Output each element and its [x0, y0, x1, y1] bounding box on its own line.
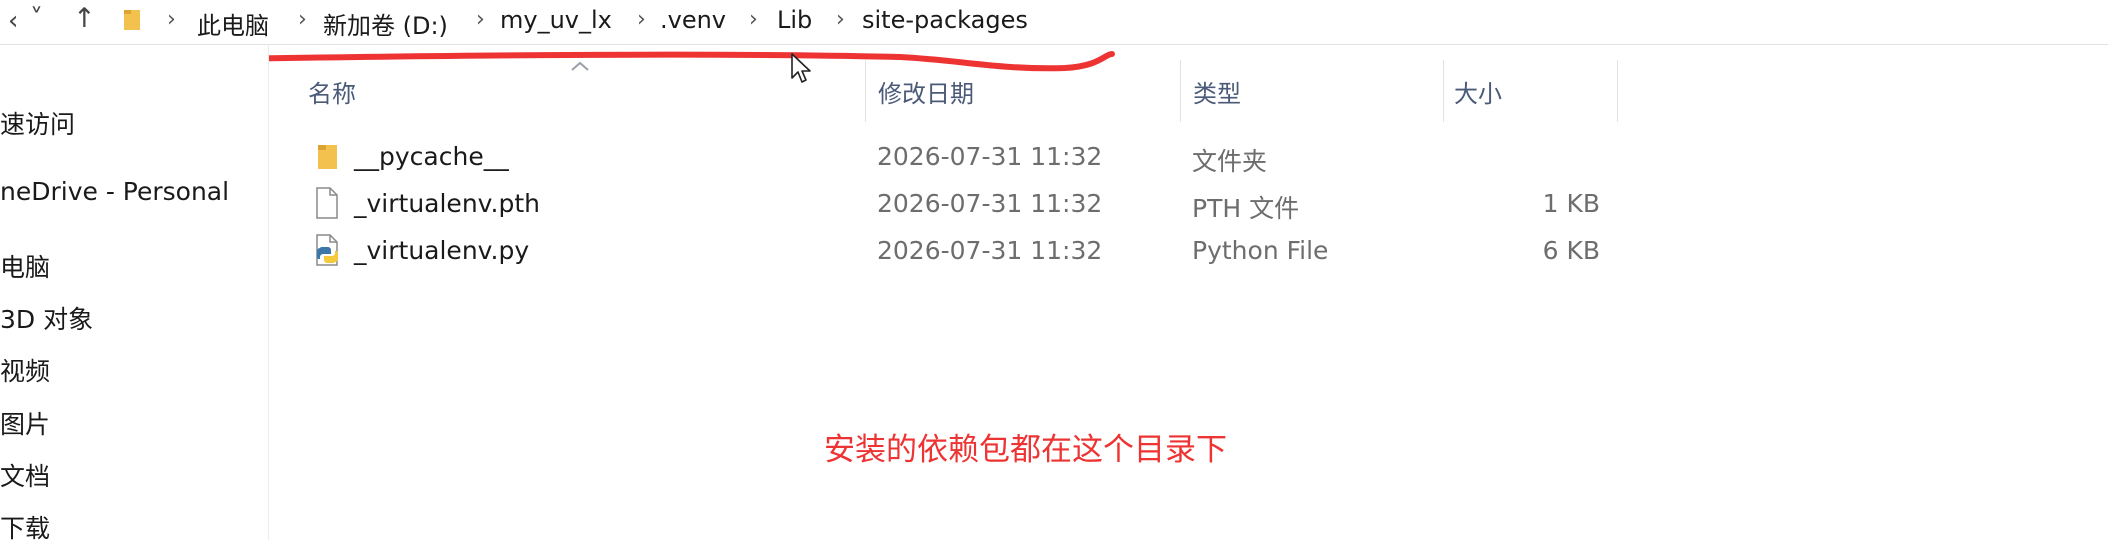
file-type: PTH 文件 — [1192, 194, 1300, 223]
file-row-virtualenv-py[interactable]: _virtualenv.py 2026-07-31 11:32 Python F… — [300, 230, 1630, 274]
nav-item-onedrive[interactable]: neDrive - Personal — [0, 177, 229, 206]
breadcrumb-item-venv[interactable]: .venv — [660, 6, 726, 34]
file-name: _virtualenv.pth — [354, 189, 540, 218]
column-divider[interactable] — [1617, 60, 1618, 122]
breadcrumb-separator: › — [836, 7, 845, 32]
nav-item-pictures[interactable]: 图片 — [0, 405, 50, 441]
breadcrumb-item-lib[interactable]: Lib — [777, 6, 812, 34]
address-bar: ‹ ˅ ↑ › 此电脑 › 新加卷 (D:) › my_uv_lx › .ven… — [0, 0, 2108, 45]
column-divider[interactable] — [865, 60, 866, 122]
breadcrumb-separator: › — [749, 7, 758, 32]
file-name: __pycache__ — [354, 142, 509, 171]
column-header-name[interactable]: 名称 — [308, 74, 356, 109]
file-row-pycache[interactable]: __pycache__ 2026-07-31 11:32 文件夹 — [300, 136, 1630, 180]
nav-item-this-pc[interactable]: 电脑 — [0, 248, 50, 284]
breadcrumb-item-site-packages[interactable]: site-packages — [862, 6, 1028, 34]
file-name: _virtualenv.py — [354, 236, 530, 265]
file-type: 文件夹 — [1192, 147, 1268, 176]
file-modified: 2026-07-31 11:32 — [877, 236, 1103, 265]
nav-item-3d-objects[interactable]: 3D 对象 — [0, 300, 93, 336]
breadcrumb-separator: › — [637, 7, 646, 32]
annotation-caption: 安装的依赖包都在这个目录下 — [824, 432, 1227, 468]
column-header-modified[interactable]: 修改日期 — [878, 74, 974, 109]
breadcrumb-item-my-uv-lx[interactable]: my_uv_lx — [500, 6, 612, 34]
file-type: Python File — [1192, 236, 1329, 265]
file-size: 6 KB — [1542, 236, 1600, 265]
mouse-cursor-icon — [791, 53, 811, 83]
navigation-pane: 速访问 neDrive - Personal 电脑 3D 对象 视频 图片 文档… — [0, 45, 269, 543]
nav-item-quick-access[interactable]: 速访问 — [0, 105, 75, 141]
folder-icon — [124, 10, 140, 30]
python-file-icon — [316, 234, 338, 266]
column-divider[interactable] — [1180, 60, 1181, 122]
folder-icon — [318, 145, 337, 169]
sort-chevron-up-icon — [571, 61, 589, 71]
column-divider[interactable] — [1443, 60, 1444, 122]
file-size: 1 KB — [1542, 189, 1600, 218]
breadcrumb-item-drive-d[interactable]: 新加卷 (D:) — [323, 6, 448, 41]
nav-item-videos[interactable]: 视频 — [0, 352, 50, 388]
file-modified: 2026-07-31 11:32 — [877, 189, 1103, 218]
up-arrow-icon[interactable]: ↑ — [73, 3, 96, 34]
file-row-virtualenv-pth[interactable]: _virtualenv.pth 2026-07-31 11:32 PTH 文件 … — [300, 183, 1630, 227]
column-header-type[interactable]: 类型 — [1193, 74, 1241, 109]
breadcrumb-item-this-pc[interactable]: 此电脑 — [197, 6, 269, 41]
nav-item-documents[interactable]: 文档 — [0, 457, 50, 493]
recent-locations-chevron-icon[interactable]: ˅ — [30, 4, 43, 34]
breadcrumb-separator: › — [298, 7, 307, 32]
back-icon[interactable]: ‹ — [8, 6, 18, 36]
breadcrumb-separator: › — [167, 7, 176, 32]
breadcrumb-separator: › — [476, 7, 485, 32]
file-modified: 2026-07-31 11:32 — [877, 142, 1103, 171]
blank-file-icon — [316, 187, 338, 219]
column-header-size[interactable]: 大小 — [1454, 74, 1502, 109]
